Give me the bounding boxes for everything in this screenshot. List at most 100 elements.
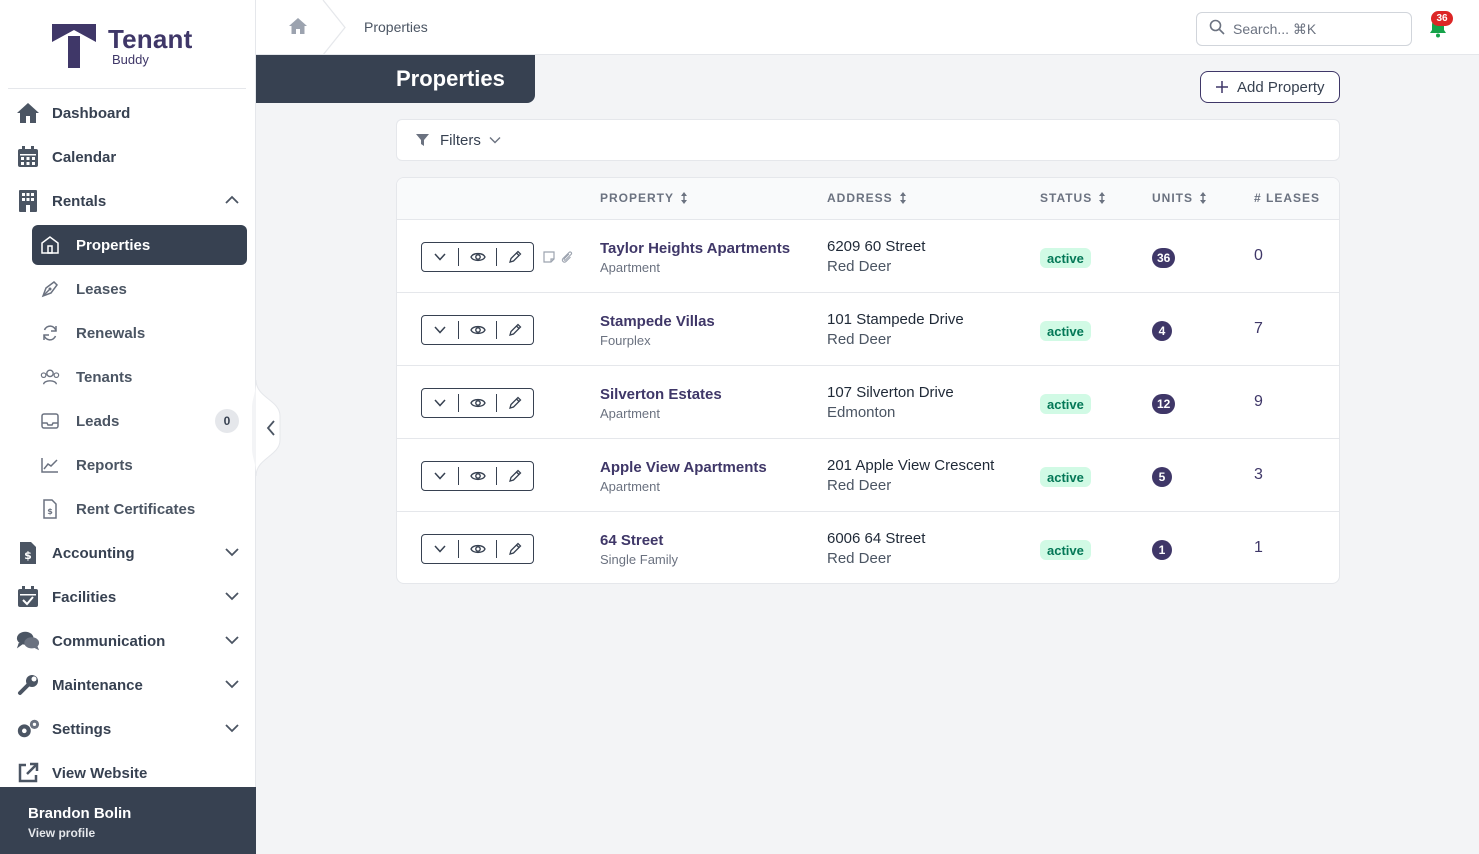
table-row: Silverton Estates Apartment 107 Silverto… (397, 366, 1339, 439)
building-icon (16, 189, 40, 213)
sidebar-item-label: Renewals (76, 324, 146, 342)
row-extra-icons (542, 250, 574, 269)
sort-icon (680, 191, 688, 205)
calendar-check-icon (16, 585, 40, 609)
nav-accounting-label: Accounting (52, 544, 135, 562)
view-button[interactable] (459, 535, 495, 563)
brand-sub: Buddy (112, 52, 149, 67)
column-header-label: UNITS (1152, 191, 1193, 205)
status-badge: active (1040, 248, 1091, 268)
expand-row-button[interactable] (422, 535, 458, 563)
column-header-leases: # LEASES (1254, 191, 1320, 205)
search-box[interactable] (1196, 12, 1412, 46)
home-icon[interactable] (288, 17, 308, 40)
sidebar-item-properties[interactable]: Properties (32, 225, 247, 265)
expand-row-button[interactable] (422, 389, 458, 417)
edit-button[interactable] (497, 535, 533, 563)
collapse-sidebar-button[interactable] (250, 380, 286, 476)
paperclip-icon[interactable] (560, 250, 574, 269)
sidebar-item-tenants[interactable]: Tenants (32, 357, 247, 397)
property-name-link[interactable]: Apple View Apartments (600, 459, 767, 476)
chevron-down-icon (434, 253, 446, 261)
sidebar-item-label: Properties (76, 236, 151, 254)
wrench-icon (16, 673, 40, 697)
edit-button[interactable] (497, 462, 533, 490)
column-header-address[interactable]: ADDRESS (827, 191, 907, 205)
chevron-down-icon (225, 677, 239, 695)
leases-count: 7 (1254, 320, 1263, 337)
brand-logo[interactable]: Tenant Buddy (52, 22, 193, 72)
nav-facilities[interactable]: Facilities (16, 577, 247, 617)
nav-accounting[interactable]: $ Accounting (16, 533, 247, 573)
property-name-link[interactable]: Taylor Heights Apartments (600, 240, 790, 257)
nav-rentals-label: Rentals (52, 192, 107, 210)
units-badge: 36 (1152, 248, 1176, 268)
leases-count: 0 (1254, 247, 1263, 264)
dollar-file-icon: $ (16, 541, 40, 565)
property-type: Apartment (600, 406, 660, 421)
leases-count: 1 (1254, 539, 1263, 556)
view-button[interactable] (459, 389, 495, 417)
row-actions (421, 461, 534, 491)
view-button[interactable] (459, 243, 495, 271)
pen-nib-icon (40, 279, 60, 299)
column-header-status[interactable]: STATUS (1040, 191, 1106, 205)
view-profile-link[interactable]: View profile (28, 826, 228, 840)
property-type: Fourplex (600, 333, 651, 348)
address-city: Red Deer (827, 258, 892, 275)
user-profile[interactable]: Brandon Bolin View profile (0, 787, 256, 854)
address-street: 201 Apple View Crescent (827, 457, 995, 474)
sidebar-item-label: Rent Certificates (76, 500, 196, 518)
row-actions (421, 315, 534, 345)
pencil-icon (508, 323, 522, 336)
nav-calendar-label: Calendar (52, 148, 117, 166)
filters-bar[interactable]: Filters (396, 119, 1340, 161)
view-button[interactable] (459, 316, 495, 344)
property-name-link[interactable]: 64 Street (600, 532, 663, 549)
breadcrumb-current[interactable]: Properties (364, 19, 428, 35)
nav-maintenance[interactable]: Maintenance (16, 665, 247, 705)
search-input[interactable] (1233, 21, 1403, 37)
edit-button[interactable] (497, 243, 533, 271)
filters-label: Filters (440, 131, 481, 149)
note-icon[interactable] (542, 250, 556, 269)
eye-icon (469, 544, 486, 554)
nav-calendar[interactable]: Calendar (16, 137, 247, 177)
view-button[interactable] (459, 462, 495, 490)
property-type: Apartment (600, 260, 660, 275)
pencil-icon (508, 396, 522, 409)
nav-dashboard[interactable]: Dashboard (16, 93, 247, 133)
sidebar-item-renewals[interactable]: Renewals (32, 313, 247, 353)
property-name-link[interactable]: Silverton Estates (600, 386, 722, 403)
column-header-label: # LEASES (1254, 191, 1321, 205)
sidebar-item-reports[interactable]: Reports (32, 445, 247, 485)
gears-icon (16, 717, 40, 741)
status-badge: active (1040, 467, 1091, 487)
expand-row-button[interactable] (422, 243, 458, 271)
nav-settings[interactable]: Settings (16, 709, 247, 749)
house-icon (40, 235, 60, 255)
eye-icon (469, 471, 486, 481)
table-header: PROPERTY ADDRESS STATUS UNITS # LEASES (397, 178, 1339, 220)
sidebar-item-leases[interactable]: Leases (32, 269, 247, 309)
refresh-icon (40, 323, 60, 343)
top-bar: Properties 36 (256, 0, 1479, 56)
sort-icon (899, 191, 907, 205)
nav-communication-label: Communication (52, 632, 166, 650)
expand-row-button[interactable] (422, 462, 458, 490)
edit-button[interactable] (497, 389, 533, 417)
nav-maintenance-label: Maintenance (52, 676, 143, 694)
units-badge: 1 (1152, 540, 1172, 560)
column-header-units[interactable]: UNITS (1152, 191, 1207, 205)
svg-text:$: $ (24, 549, 32, 562)
expand-row-button[interactable] (422, 316, 458, 344)
sidebar-item-leads[interactable]: Leads 0 (32, 401, 247, 441)
nav-communication[interactable]: Communication (16, 621, 247, 661)
add-property-button[interactable]: Add Property (1200, 71, 1340, 103)
sidebar-item-rent-certificates[interactable]: $ Rent Certificates (32, 489, 247, 529)
address-street: 101 Stampede Drive (827, 311, 964, 328)
nav-rentals[interactable]: Rentals (16, 181, 247, 221)
property-name-link[interactable]: Stampede Villas (600, 313, 715, 330)
edit-button[interactable] (497, 316, 533, 344)
column-header-property[interactable]: PROPERTY (600, 191, 688, 205)
